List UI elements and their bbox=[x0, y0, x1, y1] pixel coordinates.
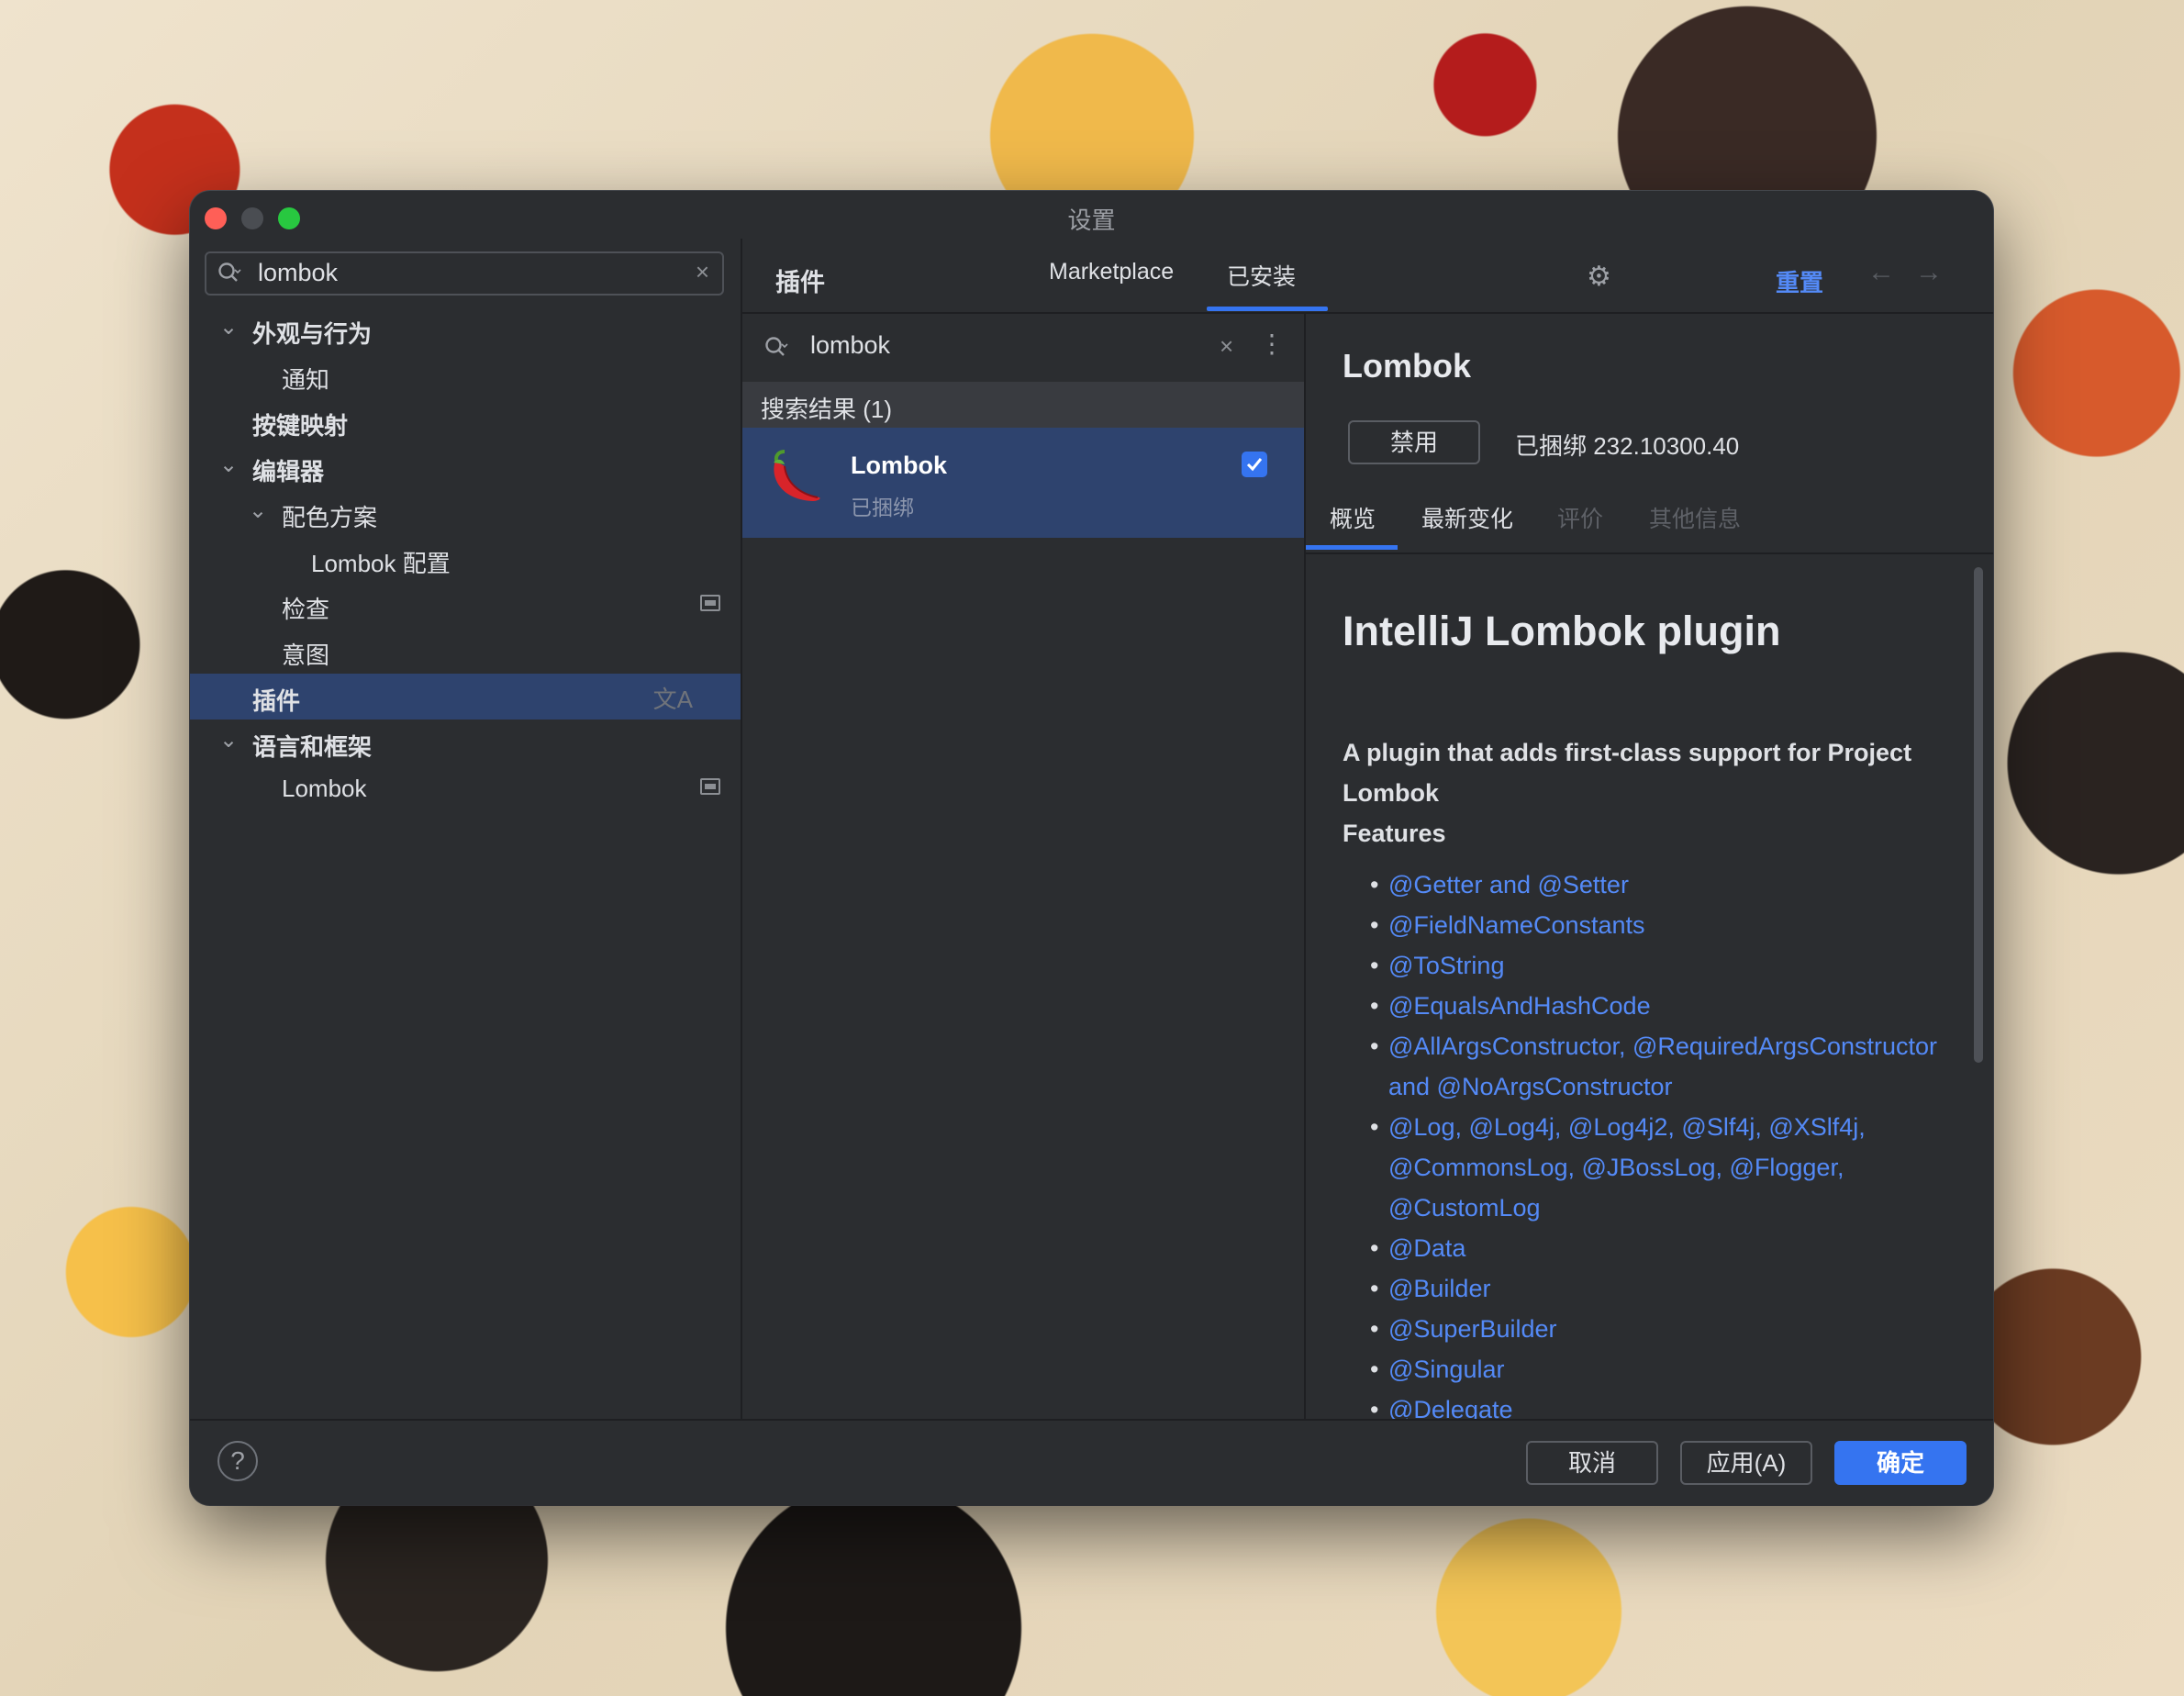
settings-search-input[interactable]: lombok bbox=[258, 259, 338, 287]
chevron-down-icon[interactable]: ⌄ bbox=[249, 497, 267, 524]
plugin-heading: IntelliJ Lombok plugin bbox=[1343, 608, 1781, 654]
gear-icon[interactable]: ⚙ bbox=[1587, 261, 1611, 293]
search-icon bbox=[765, 337, 788, 356]
forward-arrow-icon[interactable]: → bbox=[1915, 257, 1943, 288]
sidebar-item-label: 编辑器 bbox=[252, 458, 325, 485]
feature-link[interactable]: @SuperBuilder bbox=[1370, 1309, 1957, 1349]
plugin-enabled-checkbox[interactable] bbox=[1242, 452, 1267, 477]
sidebar-item-label: 插件 bbox=[252, 687, 301, 715]
tab-additional-info[interactable]: 其他信息 bbox=[1649, 501, 1741, 534]
feature-link[interactable]: @Singular bbox=[1370, 1349, 1957, 1389]
feature-link[interactable]: @Delegate bbox=[1370, 1389, 1957, 1421]
active-tab-indicator bbox=[1207, 307, 1328, 311]
ok-button[interactable]: 确定 bbox=[1834, 1441, 1967, 1485]
plugin-status: 已捆绑 bbox=[851, 496, 914, 519]
features-label: Features bbox=[1343, 820, 1446, 847]
settings-sidebar: lombok × ⌄ 外观与行为 通知 按键映射 ⌄ 编辑器 ⌄ 配色方案 Lo… bbox=[190, 239, 742, 1421]
sidebar-item-label: Lombok 配置 bbox=[311, 550, 451, 577]
disable-button[interactable]: 禁用 bbox=[1348, 420, 1480, 464]
sidebar-item-inspections[interactable]: 检查 bbox=[190, 582, 741, 628]
settings-window: 设置 lombok × ⌄ 外观与行为 通知 按键映射 ⌄ 编辑器 ⌄ 配色方案… bbox=[190, 191, 1993, 1505]
feature-link[interactable]: @EqualsAndHashCode bbox=[1370, 986, 1957, 1026]
sidebar-item-keymap[interactable]: 按键映射 bbox=[190, 398, 741, 444]
plugin-description: A plugin that adds first-class support f… bbox=[1343, 739, 1912, 807]
sidebar-item-appearance[interactable]: ⌄ 外观与行为 bbox=[190, 307, 741, 352]
plugin-detail-pane: Lombok 禁用 已捆绑 232.10300.40 概览 最新变化 评价 其他… bbox=[1306, 314, 1993, 1421]
apply-button[interactable]: 应用(A) bbox=[1680, 1441, 1812, 1485]
tab-whats-new[interactable]: 最新变化 bbox=[1421, 501, 1513, 534]
back-arrow-icon[interactable]: ← bbox=[1867, 257, 1895, 288]
sidebar-item-lombok-config[interactable]: Lombok 配置 bbox=[190, 536, 741, 582]
project-settings-icon bbox=[700, 778, 720, 795]
search-results-label: 搜索结果 (1) bbox=[761, 396, 893, 423]
window-title: 设置 bbox=[1067, 206, 1116, 234]
vertical-scrollbar[interactable] bbox=[1974, 567, 1983, 1063]
settings-search-field[interactable]: lombok × bbox=[205, 251, 724, 296]
feature-link[interactable]: @AllArgsConstructor, @RequiredArgsConstr… bbox=[1370, 1026, 1957, 1107]
sidebar-item-label: 语言和框架 bbox=[252, 733, 373, 761]
feature-link[interactable]: @FieldNameConstants bbox=[1370, 905, 1957, 945]
search-results-header: 搜索结果 (1) bbox=[742, 382, 1304, 428]
sidebar-item-color-scheme[interactable]: ⌄ 配色方案 bbox=[190, 490, 741, 536]
translate-icon: 文A bbox=[652, 686, 693, 713]
sidebar-item-plugins[interactable]: 插件 文A bbox=[190, 674, 741, 720]
sidebar-item-label: Lombok bbox=[282, 775, 367, 802]
sidebar-item-intentions[interactable]: 意图 bbox=[190, 628, 741, 674]
plugin-detail-title: Lombok bbox=[1343, 347, 1471, 385]
sidebar-item-lombok[interactable]: Lombok bbox=[190, 765, 741, 811]
plugin-list-pane: lombok × ⋮ 搜索结果 (1) Lombok 已捆绑 bbox=[742, 314, 1306, 1421]
sidebar-item-label: 外观与行为 bbox=[252, 320, 373, 348]
divider bbox=[1306, 552, 1993, 554]
chevron-down-icon[interactable]: ⌄ bbox=[219, 727, 238, 753]
clear-search-icon[interactable]: × bbox=[1220, 332, 1233, 361]
reset-link[interactable]: 重置 bbox=[1776, 264, 1823, 298]
tab-overview[interactable]: 概览 bbox=[1330, 501, 1376, 534]
feature-link[interactable]: @Getter and @Setter bbox=[1370, 865, 1957, 905]
sidebar-item-notifications[interactable]: 通知 bbox=[190, 352, 741, 398]
plugin-name: Lombok bbox=[851, 452, 947, 479]
active-tab-indicator bbox=[1306, 545, 1398, 550]
dialog-footer: ? 取消 应用(A) 确定 bbox=[190, 1419, 1993, 1505]
plugins-header: 插件 Marketplace 已安装 ⚙ 重置 ← → bbox=[742, 239, 1993, 314]
lombok-chili-icon bbox=[774, 450, 820, 501]
tab-marketplace[interactable]: Marketplace bbox=[1049, 259, 1174, 285]
checkmark-icon bbox=[1246, 458, 1263, 472]
plugin-description-block: A plugin that adds first-class support f… bbox=[1343, 732, 1967, 854]
plugin-search-field[interactable]: lombok × ⋮ bbox=[742, 314, 1304, 380]
chevron-down-icon[interactable]: ⌄ bbox=[219, 452, 238, 478]
project-settings-icon bbox=[700, 595, 720, 611]
sidebar-item-editor[interactable]: ⌄ 编辑器 bbox=[190, 444, 741, 490]
sidebar-item-languages-frameworks[interactable]: ⌄ 语言和框架 bbox=[190, 720, 741, 765]
feature-link[interactable]: @ToString bbox=[1370, 945, 1957, 986]
features-list: @Getter and @Setter @FieldNameConstants … bbox=[1370, 865, 1957, 1421]
title-bar: 设置 bbox=[190, 191, 1993, 239]
plugin-search-input[interactable]: lombok bbox=[810, 331, 890, 360]
sidebar-item-label: 配色方案 bbox=[282, 504, 378, 531]
feature-link[interactable]: @Data bbox=[1370, 1228, 1957, 1268]
more-options-icon[interactable]: ⋮ bbox=[1259, 329, 1285, 359]
sidebar-item-label: 通知 bbox=[282, 366, 330, 394]
sidebar-item-label: 检查 bbox=[282, 596, 330, 623]
plugin-list-item[interactable]: Lombok 已捆绑 bbox=[742, 428, 1304, 538]
sidebar-item-label: 按键映射 bbox=[252, 412, 349, 440]
tab-reviews[interactable]: 评价 bbox=[1557, 501, 1603, 534]
help-button[interactable]: ? bbox=[217, 1441, 258, 1481]
cancel-button[interactable]: 取消 bbox=[1526, 1441, 1658, 1485]
bundled-version: 已捆绑 232.10300.40 bbox=[1515, 432, 1740, 460]
tab-installed[interactable]: 已安装 bbox=[1227, 259, 1296, 292]
sidebar-item-label: 意图 bbox=[282, 642, 330, 669]
feature-link[interactable]: @Log, @Log4j, @Log4j2, @Slf4j, @XSlf4j, … bbox=[1370, 1107, 1957, 1228]
clear-search-icon[interactable]: × bbox=[696, 258, 709, 286]
feature-link[interactable]: @Builder bbox=[1370, 1268, 1957, 1309]
page-title: 插件 bbox=[775, 269, 825, 296]
chevron-down-icon[interactable]: ⌄ bbox=[219, 314, 238, 340]
search-icon bbox=[218, 262, 241, 282]
